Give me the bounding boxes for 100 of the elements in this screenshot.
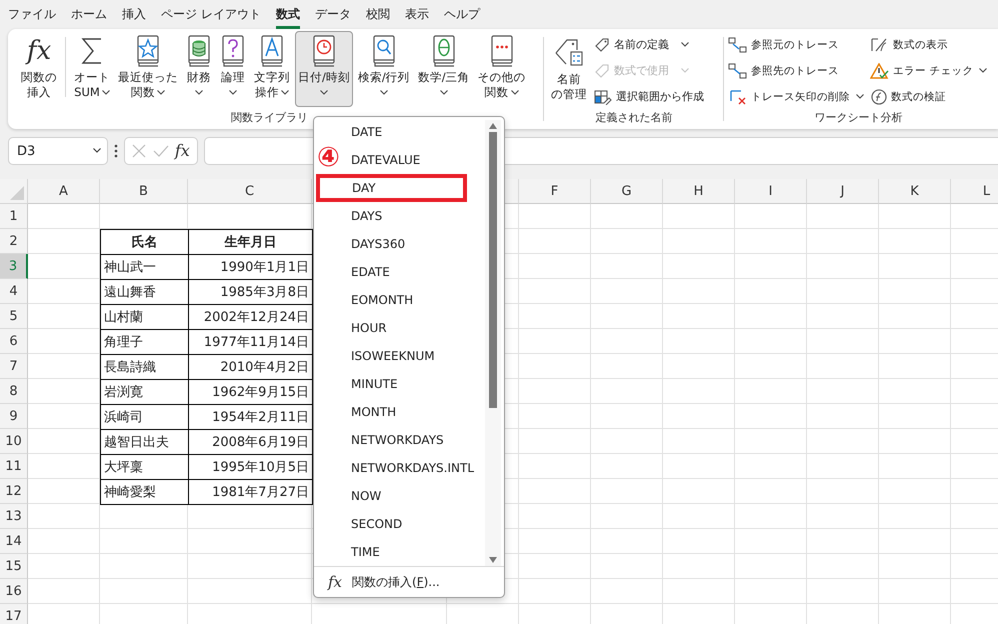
grid-cell[interactable] [735,279,807,304]
grid-cell[interactable] [807,379,879,404]
grid-cell[interactable] [735,404,807,429]
name-manager-button[interactable]: 名前 の管理 [548,31,590,107]
grid-cell[interactable] [591,254,663,279]
menu-item[interactable]: MINUTE [351,370,400,398]
grid-cell[interactable] [519,204,591,229]
menu-item[interactable]: DATEVALUE [351,146,422,174]
grid-cell[interactable] [28,204,100,229]
ribbon-tab[interactable]: ホーム [71,2,107,29]
grid-cell[interactable] [591,304,663,329]
grid-cell[interactable] [807,479,879,504]
grid-cell[interactable] [519,354,591,379]
name-command-button[interactable]: 名前の定義 [592,32,706,57]
grid-cell[interactable] [735,529,807,554]
grid-cell[interactable] [735,504,807,529]
auditing-command-button[interactable]: 参照先のトレース [726,58,866,83]
grid-cell[interactable] [663,504,735,529]
grid-cell[interactable] [663,304,735,329]
grid-cell[interactable] [879,254,951,279]
grid-cell[interactable] [879,279,951,304]
grid-cell[interactable] [879,579,951,604]
grid-cell[interactable] [663,204,735,229]
grid-cell[interactable] [519,404,591,429]
grid-cell[interactable] [879,379,951,404]
function-category-button[interactable]: 論理 [217,31,249,107]
ribbon-tab[interactable]: 表示 [404,2,429,29]
grid-cell[interactable] [879,229,951,254]
grid-cell[interactable] [663,554,735,579]
ribbon-tab[interactable]: データ [314,2,351,29]
grid-cell[interactable] [100,554,188,579]
row-header[interactable]: 5 [0,304,28,329]
grid-cell[interactable] [735,429,807,454]
scrollbar[interactable] [485,120,501,566]
grid-cell[interactable] [519,479,591,504]
menu-item[interactable]: NETWORKDAYS [351,426,446,454]
grid-cell[interactable] [879,454,951,479]
grid-cell[interactable] [807,504,879,529]
column-header[interactable]: A [28,179,100,204]
grid-cell[interactable] [519,329,591,354]
grid-cell[interactable] [519,504,591,529]
grid-cell[interactable] [735,554,807,579]
grid-cell[interactable] [879,354,951,379]
name-command-button[interactable]: 選択範囲から作成 [592,84,706,109]
grid-cell[interactable] [807,229,879,254]
menu-item[interactable]: NETWORKDAYS.INTL [351,454,476,482]
menu-item[interactable]: MONTH [351,398,398,426]
grid-cell[interactable] [188,529,312,554]
grid-cell[interactable] [807,529,879,554]
grid-cell[interactable] [591,279,663,304]
grid-cell[interactable] [663,404,735,429]
grid-cell[interactable] [519,454,591,479]
grid-cell[interactable] [879,429,951,454]
grid-cell[interactable] [591,504,663,529]
grid-cell[interactable] [735,579,807,604]
ribbon-tab[interactable]: ヘルプ [444,2,480,29]
grid-cell[interactable] [519,254,591,279]
column-header[interactable]: C [188,179,312,204]
menu-item[interactable]: HOUR [351,314,389,342]
grid-cell[interactable] [879,529,951,554]
column-header[interactable]: I [735,179,807,204]
insert-function-button[interactable]: fx 関数の 挿入 [18,31,60,107]
scroll-thumb[interactable] [489,132,497,408]
grid-cell[interactable] [591,204,663,229]
cancel-icon[interactable] [132,144,146,158]
grid-cell[interactable] [735,379,807,404]
grid-cell[interactable] [807,204,879,229]
grid-cell[interactable] [807,404,879,429]
insert-function-button[interactable]: fx [174,143,190,159]
grid-cell[interactable] [807,329,879,354]
menu-item[interactable]: ISOWEEKNUM [351,342,437,370]
auditing-command-button[interactable]: トレース矢印の削除 [726,84,866,109]
grid-cell[interactable] [591,354,663,379]
grid-cell[interactable] [663,529,735,554]
ribbon-tab[interactable]: 校閲 [366,2,390,29]
auditing-command-button[interactable]: エラー チェック [868,58,990,83]
grid-cell[interactable] [807,304,879,329]
column-header[interactable]: H [663,179,735,204]
grid-cell[interactable] [519,229,591,254]
column-header[interactable]: B [100,179,188,204]
menu-item[interactable]: NOW [351,482,384,510]
row-header[interactable]: 10 [0,429,28,454]
grid-cell[interactable] [735,479,807,504]
grid-cell[interactable] [735,204,807,229]
grid-cell[interactable] [879,479,951,504]
grid-cell[interactable] [879,404,951,429]
menu-item[interactable]: DAYS360 [351,230,408,258]
row-header[interactable]: 4 [0,279,28,304]
function-category-button[interactable]: 日付/時刻 [295,31,353,107]
more-options-icon[interactable] [114,144,118,158]
select-all-button[interactable] [0,179,28,204]
grid-cell[interactable] [663,254,735,279]
grid-cell[interactable] [879,554,951,579]
auditing-command-button[interactable]: 参照元のトレース [726,32,866,57]
grid-cell[interactable] [519,579,591,604]
grid-cell[interactable] [591,429,663,454]
grid-cell[interactable] [519,529,591,554]
grid-cell[interactable] [591,554,663,579]
menu-item[interactable]: DAYS [351,202,384,230]
row-header[interactable]: 11 [0,454,28,479]
